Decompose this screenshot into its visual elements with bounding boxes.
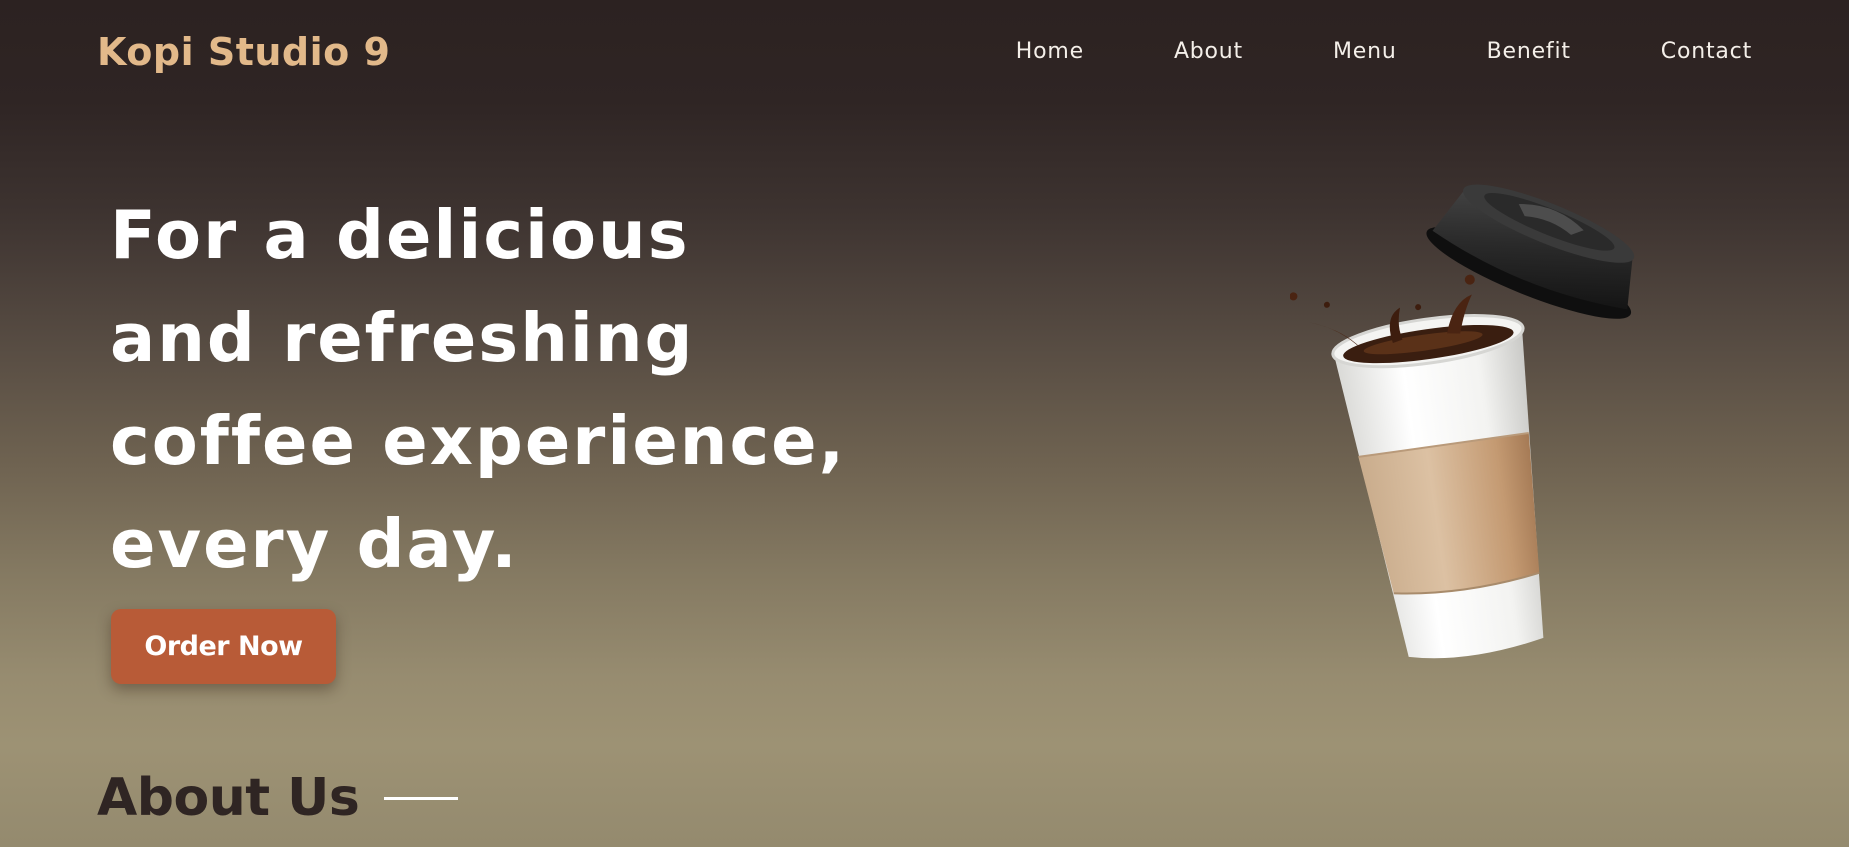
hero-title-line: and refreshing <box>110 299 695 377</box>
hero-title: For a delicious and refreshing coffee ex… <box>110 184 870 596</box>
hero-title-line: coffee experience, <box>110 402 847 480</box>
nav-contact-link[interactable]: Contact <box>1661 38 1752 66</box>
hero-title-line: every day. <box>110 505 519 583</box>
coffee-cup-icon <box>1290 184 1635 659</box>
about-us-heading: About Us <box>97 768 360 828</box>
nav-home-link[interactable]: Home <box>1016 38 1084 66</box>
nav-benefit-link[interactable]: Benefit <box>1487 38 1571 66</box>
brand-logo[interactable]: Kopi Studio 9 <box>97 28 390 76</box>
nav-menu-link[interactable]: Menu <box>1333 38 1397 66</box>
order-now-button[interactable]: Order Now <box>111 609 336 684</box>
nav-about-link[interactable]: About <box>1174 38 1243 66</box>
nav-links: Home About Menu Benefit Contact <box>1016 38 1752 66</box>
navbar: Kopi Studio 9 Home About Menu Benefit Co… <box>0 0 1849 104</box>
about-divider <box>384 797 458 800</box>
hero-title-line: For a delicious <box>110 196 690 274</box>
